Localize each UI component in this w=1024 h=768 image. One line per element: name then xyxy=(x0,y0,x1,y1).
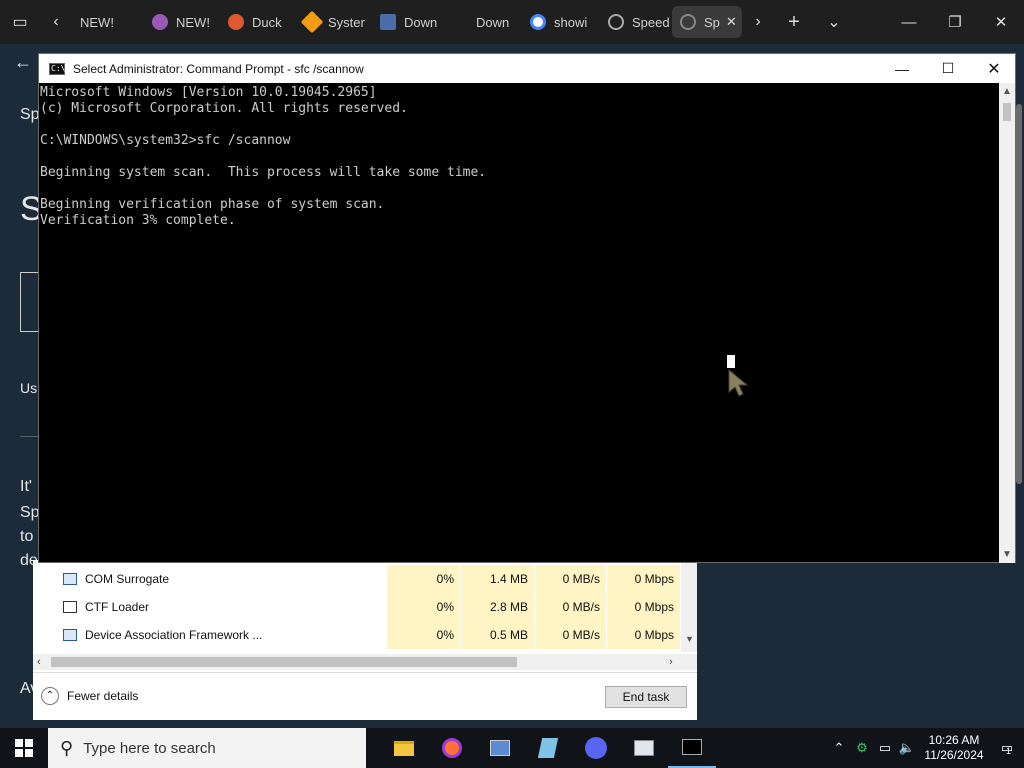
scroll-tabs-right-icon[interactable]: › xyxy=(742,0,774,44)
mouse-pointer-icon xyxy=(728,368,749,397)
command-prompt-taskbar-icon[interactable] xyxy=(668,728,716,768)
page-fragment: It' xyxy=(20,478,32,495)
close-icon[interactable]: ✕ xyxy=(971,54,1017,83)
system-tray: ⌃ ⚙ ▭ 🔈 10:26 AM 11/26/2024 ▭ 1 xyxy=(828,728,1024,768)
console-line: Microsoft Windows [Version 10.0.19045.29… xyxy=(40,85,377,100)
console-line: Verification 3% complete. xyxy=(40,213,236,228)
task-manager-footer: ⌃ Fewer details End task xyxy=(33,672,697,720)
page-scrollbar[interactable] xyxy=(1016,104,1022,484)
process-icon xyxy=(63,629,77,641)
tray-app-icon[interactable]: ⚙ xyxy=(850,740,874,756)
console-cursor xyxy=(727,355,735,368)
browser-restore-icon[interactable]: ❐ xyxy=(932,0,978,44)
scroll-down-icon[interactable]: ▼ xyxy=(685,634,694,644)
console-scrollbar[interactable]: ▲ ▼ xyxy=(999,83,1015,563)
console-line: C:\WINDOWS\system32>sfc /scannow xyxy=(40,133,291,148)
firefox-icon[interactable] xyxy=(428,728,476,768)
minimize-icon[interactable]: — xyxy=(879,54,925,83)
chevron-up-icon[interactable]: ⌃ xyxy=(828,740,850,756)
browser-close-icon[interactable]: ✕ xyxy=(978,0,1024,44)
tab-actions-icon[interactable]: ▭ xyxy=(0,0,40,44)
scrollbar-thumb[interactable] xyxy=(51,657,517,667)
page-fragment: to xyxy=(20,528,34,545)
task-manager-window: COM Surrogate 0% 1.4 MB 0 MB/s 0 Mbps CT… xyxy=(33,560,697,720)
page-fragment: Sp xyxy=(20,106,40,123)
browser-tab-strip: ▭ ‹ NEW! NEW! Duck Syster Down Down show… xyxy=(0,0,1024,44)
maximize-icon[interactable]: ☐ xyxy=(925,54,971,83)
close-tab-icon[interactable]: ✕ xyxy=(726,14,737,30)
page-input-box[interactable] xyxy=(20,272,40,332)
speedometer-icon xyxy=(680,14,696,30)
table-row[interactable]: COM Surrogate 0% 1.4 MB 0 MB/s 0 Mbps xyxy=(33,565,697,593)
console-line: (c) Microsoft Corporation. All rights re… xyxy=(40,101,408,116)
tab-favicon-icon xyxy=(228,14,244,30)
taskbar: ⚲ Type here to search ⌃ ⚙ ▭ 🔈 10:26 AM 1… xyxy=(0,728,1024,768)
browser-tab[interactable]: Down xyxy=(468,6,522,38)
taskbar-search-box[interactable]: ⚲ Type here to search xyxy=(48,728,366,768)
page-divider xyxy=(20,436,40,437)
process-icon xyxy=(63,601,77,613)
console-output[interactable]: Microsoft Windows [Version 10.0.19045.29… xyxy=(39,83,999,563)
network-icon[interactable]: ▭ xyxy=(874,740,896,756)
browser-tab[interactable]: Speed xyxy=(600,6,672,38)
scroll-tabs-left-icon[interactable]: ‹ xyxy=(40,0,72,44)
scroll-up-icon[interactable]: ▲ xyxy=(1002,86,1012,97)
tab-favicon-icon xyxy=(152,14,168,30)
tab-favicon-icon xyxy=(300,10,324,34)
cmd-title-bar[interactable]: C:\ Select Administrator: Command Prompt… xyxy=(39,54,1015,83)
new-tab-icon[interactable]: + xyxy=(774,0,814,44)
fewer-details-button[interactable]: ⌃ Fewer details xyxy=(41,687,138,705)
google-favicon-icon xyxy=(530,14,546,30)
scroll-down-icon[interactable]: ▼ xyxy=(1002,549,1012,560)
table-row[interactable]: CTF Loader 0% 2.8 MB 0 MB/s 0 Mbps xyxy=(33,593,697,621)
process-icon xyxy=(63,573,77,585)
windows-logo-icon xyxy=(15,739,33,757)
discord-icon[interactable] xyxy=(572,728,620,768)
console-line: Beginning system scan. This process will… xyxy=(40,165,487,180)
scrollbar-thumb[interactable] xyxy=(1003,103,1011,121)
back-arrow-icon[interactable]: ← xyxy=(14,52,32,73)
browser-tab[interactable]: showi xyxy=(522,6,600,38)
table-row[interactable]: Device Association Framework ... 0% 0.5 … xyxy=(33,621,697,649)
browser-tab[interactable]: Syster xyxy=(296,6,372,38)
notepad-icon[interactable] xyxy=(524,728,572,768)
tab-list-chevron-down-icon[interactable]: ⌄ xyxy=(814,0,854,44)
file-explorer-icon[interactable] xyxy=(380,728,428,768)
search-icon: ⚲ xyxy=(60,737,74,758)
page-fragment: Sp xyxy=(20,504,40,521)
browser-tab-active[interactable]: Sp ✕ xyxy=(672,6,742,38)
console-line: Beginning verification phase of system s… xyxy=(40,197,385,212)
network-app-icon[interactable] xyxy=(476,728,524,768)
browser-tab[interactable]: NEW! xyxy=(144,6,220,38)
vertical-scrollbar[interactable]: ▼ xyxy=(681,560,697,652)
volume-icon[interactable]: 🔈 xyxy=(896,740,918,756)
task-manager-icon[interactable] xyxy=(620,728,668,768)
scroll-left-icon[interactable]: ‹ xyxy=(37,654,41,670)
scroll-right-icon[interactable]: › xyxy=(669,654,673,670)
cmd-app-icon: C:\ xyxy=(49,62,66,75)
browser-tab[interactable]: NEW! xyxy=(72,6,144,38)
notification-count-badge: 1 xyxy=(1006,746,1012,756)
page-fragment: Us xyxy=(20,380,38,396)
start-button[interactable] xyxy=(0,728,48,768)
search-placeholder: Type here to search xyxy=(83,739,216,757)
end-task-button[interactable]: End task xyxy=(605,686,687,708)
browser-tab[interactable]: Duck xyxy=(220,6,296,38)
browser-tab[interactable]: Down xyxy=(372,6,468,38)
chevron-up-icon: ⌃ xyxy=(41,687,59,705)
window-title: Select Administrator: Command Prompt - s… xyxy=(73,61,364,76)
command-prompt-window: C:\ Select Administrator: Command Prompt… xyxy=(38,53,1016,563)
speedometer-icon xyxy=(608,14,624,30)
clock[interactable]: 10:26 AM 11/26/2024 xyxy=(918,733,990,763)
browser-minimize-icon[interactable]: — xyxy=(886,0,932,44)
horizontal-scrollbar[interactable]: ‹ › xyxy=(33,654,697,670)
tab-favicon-icon xyxy=(380,14,396,30)
notifications-icon[interactable]: ▭ 1 xyxy=(990,740,1024,756)
